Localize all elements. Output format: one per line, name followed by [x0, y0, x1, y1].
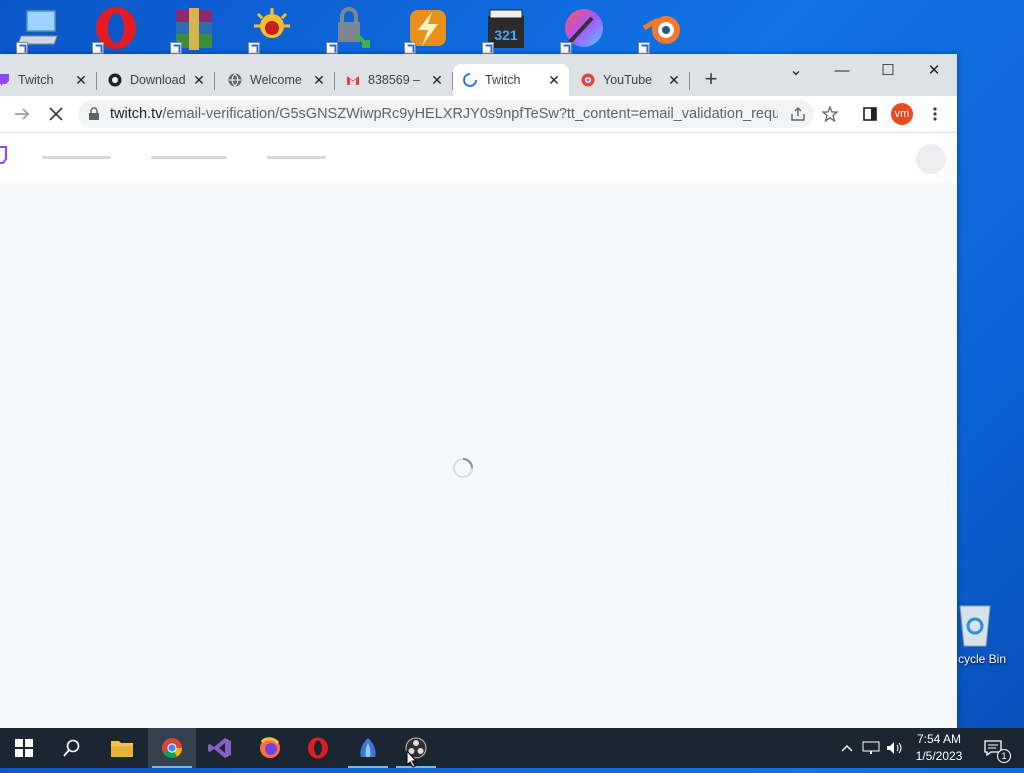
media-player-classic-icon[interactable]: 321: [482, 6, 528, 54]
notification-badge: 1: [997, 749, 1011, 763]
app-taskbar-icon[interactable]: [344, 728, 392, 768]
twitch-logo-icon[interactable]: [0, 145, 8, 167]
tab-twitch[interactable]: Twitch ✕: [0, 64, 97, 96]
side-panel-icon[interactable]: [862, 106, 878, 122]
loading-icon: [463, 73, 477, 87]
share-icon[interactable]: [790, 106, 806, 122]
obs-icon: [108, 73, 122, 87]
svg-text:321: 321: [494, 27, 518, 43]
tab-close-icon[interactable]: ✕: [547, 73, 561, 87]
chrome-taskbar-icon[interactable]: [148, 728, 196, 768]
new-tab-button[interactable]: +: [700, 68, 722, 90]
tab-close-icon[interactable]: ✕: [192, 73, 206, 87]
irfanview-icon[interactable]: [248, 6, 294, 54]
globe-icon: [228, 73, 242, 87]
recycle-bin-label: cycle Bin: [958, 652, 1007, 666]
firefox-icon[interactable]: [246, 728, 294, 768]
tab-search-button[interactable]: ⌄: [773, 58, 819, 84]
tab-close-icon[interactable]: ✕: [312, 73, 326, 87]
show-hidden-icons-icon[interactable]: [838, 728, 856, 768]
desktop-icon-row: 321: [0, 0, 1024, 56]
bookmark-star-icon[interactable]: [821, 105, 839, 123]
blender-icon[interactable]: [638, 6, 684, 54]
opera-icon[interactable]: [92, 6, 138, 54]
volume-icon[interactable]: [884, 728, 906, 768]
tab-welcome[interactable]: Welcome ✕: [216, 64, 335, 96]
address-bar[interactable]: twitch.tv/email-verification/G5sGNSZWiwp…: [78, 100, 814, 128]
file-explorer-icon[interactable]: [98, 728, 146, 768]
system-clock[interactable]: 7:54 AM 1/5/2023: [908, 731, 970, 765]
search-button[interactable]: [48, 728, 96, 768]
browser-toolbar: twitch.tv/email-verification/G5sGNSZWiwp…: [0, 96, 957, 133]
profile-avatar[interactable]: vm: [891, 103, 913, 125]
lock-icon[interactable]: [88, 107, 100, 121]
nav-placeholder: [151, 156, 227, 159]
nav-placeholder: [42, 156, 111, 159]
tab-close-icon[interactable]: ✕: [74, 73, 88, 87]
mouse-cursor: [406, 749, 418, 768]
forward-button[interactable]: [12, 104, 32, 124]
visual-studio-icon[interactable]: [196, 728, 244, 768]
twitch-site-header: [0, 133, 957, 183]
opera-taskbar-icon[interactable]: [294, 728, 342, 768]
tab-gmail[interactable]: 838569 – ✕: [336, 64, 453, 96]
nav-placeholder: [267, 156, 326, 159]
clock-date: 1/5/2023: [915, 749, 963, 763]
maximize-button[interactable]: ☐: [865, 58, 911, 84]
tab-twitch-active[interactable]: Twitch ✕: [453, 64, 569, 96]
loading-spinner-icon: [452, 457, 474, 479]
action-center-icon[interactable]: 1: [978, 728, 1011, 768]
network-icon[interactable]: [860, 728, 882, 768]
more-menu-icon[interactable]: [930, 106, 940, 122]
tab-youtube[interactable]: YouTube ✕: [571, 64, 690, 96]
krita-icon[interactable]: [560, 6, 606, 54]
start-button[interactable]: [0, 728, 48, 768]
winrar-icon[interactable]: [170, 6, 216, 54]
avatar-placeholder: [916, 144, 946, 174]
tab-strip: Twitch ✕ Download ✕ Welcome ✕ 838569 – ✕…: [0, 54, 957, 96]
chrome-window: Twitch ✕ Download ✕ Welcome ✕ 838569 – ✕…: [0, 54, 957, 728]
stop-loading-button[interactable]: [46, 104, 66, 124]
taskbar: 7:54 AM 1/5/2023 1: [0, 728, 1024, 768]
tab-close-icon[interactable]: ✕: [430, 73, 444, 87]
tab-close-icon[interactable]: ✕: [667, 73, 681, 87]
this-pc-icon[interactable]: [16, 6, 62, 54]
winamp-icon[interactable]: [404, 6, 450, 54]
close-window-button[interactable]: ✕: [911, 58, 957, 84]
network-lock-icon[interactable]: [326, 6, 372, 54]
minimize-button[interactable]: —: [819, 58, 865, 84]
gmail-icon: [346, 73, 360, 87]
twitch-icon: [0, 73, 10, 87]
clock-time: 7:54 AM: [916, 732, 962, 746]
tab-download[interactable]: Download ✕: [98, 64, 215, 96]
url-text[interactable]: twitch.tv/email-verification/G5sGNSZWiwp…: [110, 106, 778, 122]
youtube-icon: [581, 73, 595, 87]
